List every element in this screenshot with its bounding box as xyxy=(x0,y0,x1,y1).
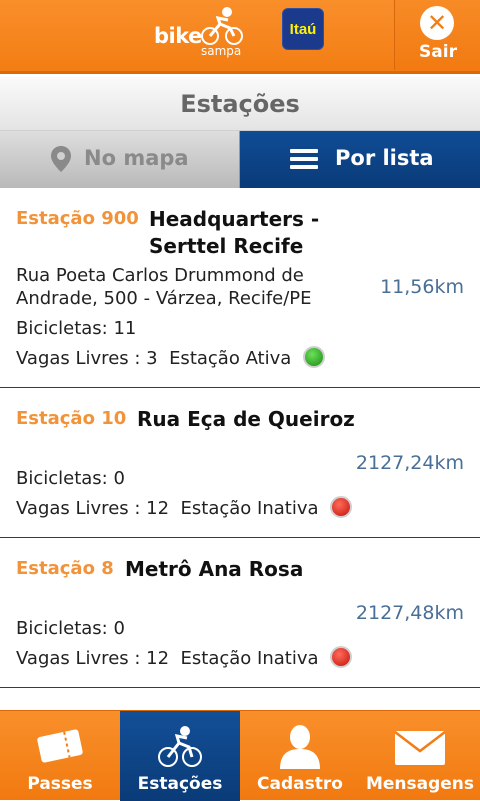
station-code: Estação 900 xyxy=(16,208,139,229)
station-status-line: Vagas Livres : 12 Estação Inativa xyxy=(16,646,353,669)
map-view-button[interactable]: No mapa xyxy=(0,131,240,188)
station-name-line1: Headquarters - xyxy=(149,207,320,231)
status-inactive-indicator xyxy=(330,646,353,668)
station-name-line2: Serttel Recife xyxy=(149,234,304,258)
close-icon: ✕ xyxy=(420,6,454,40)
tab-register[interactable]: Cadastro xyxy=(240,711,360,801)
tab-stations[interactable]: Estações xyxy=(120,711,240,801)
envelope-icon xyxy=(394,731,446,765)
cyclist-logo-icon xyxy=(201,7,243,45)
station-name: Metrô Ana Rosa xyxy=(125,557,304,581)
itau-logo: Itaú xyxy=(282,8,324,50)
tab-passes-label: Passes xyxy=(27,774,93,794)
station-item[interactable]: Estação 8 Metrô Ana Rosa 2127,48km Bicic… xyxy=(0,538,480,688)
station-distance: 2127,48km xyxy=(355,602,464,624)
user-icon xyxy=(280,725,320,769)
list-icon xyxy=(290,149,318,169)
station-bikes: Bicicletas: 0 xyxy=(16,468,125,489)
top-bar: bike sampa Itaú ✕ Sair xyxy=(0,0,480,74)
station-address-line2: Andrade, 500 - Várzea, Recife/PE xyxy=(16,288,312,309)
station-status: Estação Inativa xyxy=(180,498,319,519)
status-inactive-indicator xyxy=(330,496,353,518)
station-item[interactable]: Estação 900 Headquarters - Serttel Recif… xyxy=(0,188,480,388)
tab-stations-label: Estações xyxy=(137,774,223,794)
list-view-label: Por lista xyxy=(335,146,434,170)
list-view-button[interactable]: Por lista xyxy=(240,131,480,188)
station-code: Estação 10 xyxy=(16,408,127,429)
station-address-line1: Rua Poeta Carlos Drummond de xyxy=(16,265,304,286)
tab-messages-label: Mensagens xyxy=(365,774,475,794)
station-status-line: Vagas Livres : 12 Estação Inativa xyxy=(16,496,353,519)
station-list: Estação 900 Headquarters - Serttel Recif… xyxy=(0,188,480,710)
bikesampa-logo: bike sampa xyxy=(154,4,246,58)
station-status-line: Vagas Livres : 3 Estação Ativa xyxy=(16,346,326,369)
station-distance: 2127,24km xyxy=(355,452,464,474)
station-free-slots: Vagas Livres : 12 xyxy=(16,498,170,519)
station-status: Estação Inativa xyxy=(180,648,319,669)
station-code: Estação 8 xyxy=(16,558,114,579)
page-title: Estações xyxy=(0,77,480,131)
station-bikes: Bicicletas: 0 xyxy=(16,618,125,639)
logo-bike-text: bike xyxy=(154,24,202,48)
tab-passes[interactable]: Passes xyxy=(0,711,120,801)
station-bikes: Bicicletas: 11 xyxy=(16,318,137,339)
station-free-slots: Vagas Livres : 3 xyxy=(16,348,158,369)
station-free-slots: Vagas Livres : 12 xyxy=(16,648,170,669)
station-address: Rua Poeta Carlos Drummond de Andrade, 50… xyxy=(16,264,356,310)
tab-messages[interactable]: Mensagens xyxy=(360,711,480,801)
station-status: Estação Ativa xyxy=(169,348,292,369)
bike-icon xyxy=(158,726,202,767)
tab-register-label: Cadastro xyxy=(257,774,343,794)
exit-button[interactable]: ✕ Sair xyxy=(394,0,480,70)
view-toggle: No mapa Por lista xyxy=(0,131,480,188)
station-name: Headquarters - Serttel Recife xyxy=(149,206,319,260)
station-name: Rua Eça de Queiroz xyxy=(137,407,355,431)
map-pin-icon xyxy=(51,146,71,172)
exit-button-label: Sair xyxy=(419,42,457,62)
itau-logo-text: Itaú xyxy=(289,20,317,38)
status-active-indicator xyxy=(303,346,326,368)
station-item[interactable]: Estação 10 Rua Eça de Queiroz 2127,24km … xyxy=(0,388,480,538)
bottom-nav: Passes Estações Cadastro Mensagens xyxy=(0,710,480,801)
station-distance: 11,56km xyxy=(380,276,464,298)
logo-sampa-text: sampa xyxy=(201,44,242,58)
map-view-label: No mapa xyxy=(84,146,189,170)
ticket-icon xyxy=(37,729,83,763)
